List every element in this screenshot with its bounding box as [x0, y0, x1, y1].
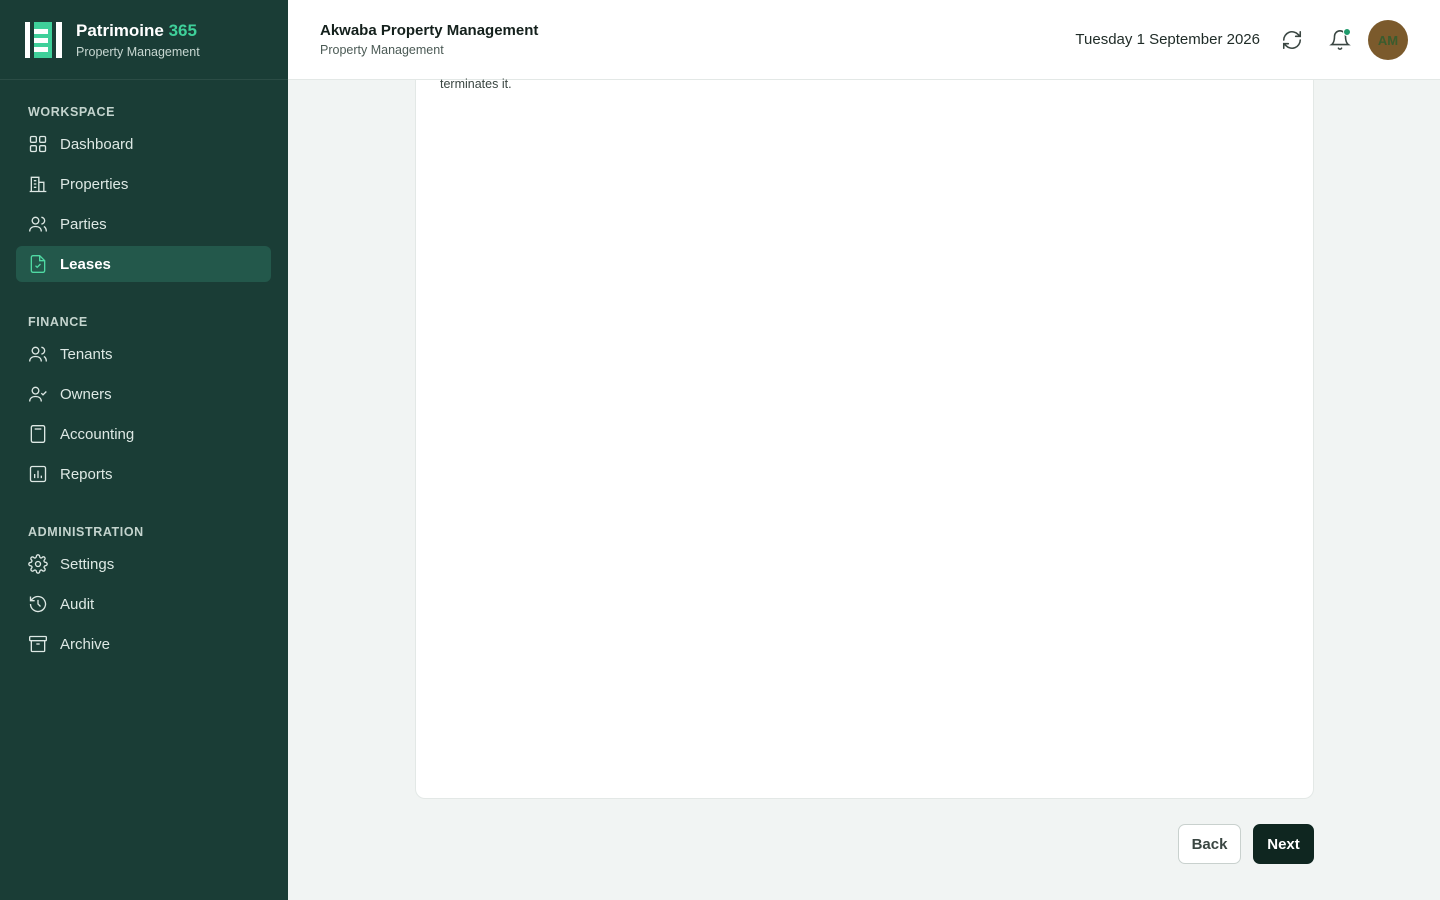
- section-label-finance: FINANCE: [28, 315, 88, 329]
- sidebar-item-accounting[interactable]: Accounting: [16, 416, 271, 452]
- calculator-icon: [28, 424, 48, 444]
- avatar[interactable]: AM: [1368, 20, 1408, 60]
- section-label-administration: ADMINISTRATION: [28, 525, 144, 539]
- sidebar-item-label: Archive: [60, 635, 111, 653]
- sidebar-item-dashboard[interactable]: Dashboard: [16, 126, 271, 162]
- archive-icon: [28, 634, 48, 654]
- gear-icon: [28, 554, 48, 574]
- users-icon: [28, 214, 48, 234]
- sidebar-item-settings[interactable]: Settings: [16, 546, 271, 582]
- organization-name: Akwaba Property Management: [320, 22, 539, 39]
- sidebar-item-label: Accounting: [60, 425, 135, 443]
- sidebar-item-label: Reports: [60, 465, 113, 483]
- dashboard-icon: [28, 134, 48, 154]
- users-icon: [28, 344, 48, 364]
- next-button[interactable]: Next: [1253, 824, 1314, 864]
- sidebar-item-label: Properties: [60, 175, 129, 193]
- top-header: Akwaba Property Management Property Mana…: [288, 0, 1440, 80]
- chart-icon: [28, 464, 48, 484]
- section-label-workspace: WORKSPACE: [28, 105, 116, 119]
- sidebar-item-parties[interactable]: Parties: [16, 206, 271, 242]
- sidebar-item-properties[interactable]: Properties: [16, 166, 271, 202]
- organization-subtitle: Property Management: [320, 43, 444, 57]
- sidebar-item-audit[interactable]: Audit: [16, 586, 271, 622]
- file-check-icon: [28, 254, 48, 274]
- sidebar-item-owners[interactable]: Owners: [16, 376, 271, 412]
- brand[interactable]: Patrimoine 365 Property Management: [0, 0, 288, 80]
- logo-icon: [25, 21, 62, 58]
- sidebar: Patrimoine 365 Property Management WORKS…: [0, 0, 288, 900]
- sidebar-item-label: Tenants: [60, 345, 113, 363]
- card-text: terminates it.: [440, 77, 512, 91]
- notification-dot: [1343, 28, 1351, 36]
- current-date: Tuesday 1 September 2026: [1075, 31, 1260, 48]
- sidebar-item-archive[interactable]: Archive: [16, 626, 271, 662]
- brand-subtitle: Property Management: [76, 44, 200, 59]
- sidebar-item-label: Parties: [60, 215, 107, 233]
- back-button[interactable]: Back: [1178, 824, 1241, 864]
- sidebar-item-label: Settings: [60, 555, 115, 573]
- user-check-icon: [28, 384, 48, 404]
- refresh-button[interactable]: [1278, 26, 1306, 54]
- sidebar-item-reports[interactable]: Reports: [16, 456, 271, 492]
- refresh-icon: [1282, 30, 1302, 50]
- brand-name: Patrimoine 365: [76, 20, 197, 40]
- sidebar-item-label: Owners: [60, 385, 112, 403]
- sidebar-item-label: Audit: [60, 595, 95, 613]
- sidebar-item-leases[interactable]: Leases: [16, 246, 271, 282]
- content-card: terminates it.: [415, 77, 1314, 799]
- sidebar-item-label: Leases: [60, 255, 111, 273]
- notifications-button[interactable]: [1326, 26, 1354, 54]
- sidebar-item-label: Dashboard: [60, 135, 134, 153]
- brand-name-accent: 365: [168, 20, 197, 40]
- history-icon: [28, 594, 48, 614]
- sidebar-item-tenants[interactable]: Tenants: [16, 336, 271, 372]
- building-icon: [28, 174, 48, 194]
